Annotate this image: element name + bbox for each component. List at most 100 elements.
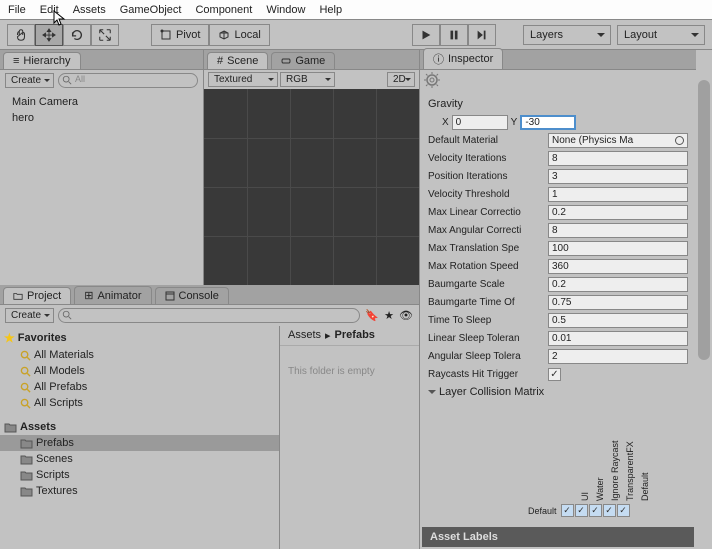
project-content: Assets▸ Prefabs This folder is empty [280,326,419,549]
property-input[interactable] [548,223,688,238]
rotate-tool-button[interactable] [63,24,91,46]
project-save-icon[interactable]: ★ [381,308,397,324]
layout-dropdown[interactable]: Layout [617,25,705,45]
gravity-x-input[interactable] [452,115,508,130]
favorite-item[interactable]: All Scripts [0,395,279,411]
play-button[interactable] [412,24,440,46]
animator-tab[interactable]: ⊞Animator [74,286,151,304]
property-label: Angular Sleep Tolera [428,351,546,362]
matrix-checkbox[interactable] [561,504,574,517]
property-label: Raycasts Hit Trigger [428,369,546,380]
scene-viewport[interactable] [204,89,419,285]
property-label: Default Material [428,135,546,146]
folder-icon [13,291,23,301]
search-icon [62,310,72,320]
gravity-y-input[interactable] [520,115,576,130]
matrix-checkbox[interactable] [617,504,630,517]
menu-edit[interactable]: Edit [40,4,59,16]
property-input[interactable] [548,259,688,274]
favorite-item[interactable]: All Materials [0,347,279,363]
property-input[interactable] [548,205,688,220]
property-input[interactable] [548,295,688,310]
folder-item[interactable]: Scripts [0,467,279,483]
hand-tool-button[interactable] [7,24,35,46]
property-input[interactable] [548,277,688,292]
project-create-dropdown[interactable]: Create [5,308,54,323]
property-checkbox[interactable] [548,368,561,381]
favorites-header[interactable]: ★Favorites [0,329,279,347]
gear-icon[interactable] [424,72,440,88]
property-label: Max Linear Correctio [428,207,546,218]
inspector-scrollbar[interactable] [696,50,712,549]
property-label: Time To Sleep [428,315,546,326]
hierarchy-item[interactable]: Main Camera [8,94,195,110]
folder-icon [20,486,33,497]
matrix-col-label: UI [580,492,590,501]
console-tab[interactable]: Console [155,287,229,304]
folder-item[interactable]: Scenes [0,451,279,467]
layers-dropdown[interactable]: Layers [523,25,611,45]
project-filter-icon[interactable]: 🔖 [364,308,380,324]
property-input[interactable] [548,313,688,328]
property-label: Max Translation Spe [428,243,546,254]
project-search-input[interactable] [58,308,360,323]
matrix-row-label: Default [528,506,557,516]
menu-component[interactable]: Component [195,4,252,16]
scene-2d-toggle[interactable]: 2D [387,72,415,87]
menu-gameobject[interactable]: GameObject [120,4,182,16]
local-button[interactable]: Local [209,24,269,46]
scale-tool-button[interactable] [91,24,119,46]
breadcrumb: Assets▸ Prefabs [280,326,419,346]
empty-folder-message: This folder is empty [280,346,419,397]
hierarchy-tab[interactable]: ≡Hierarchy [3,52,81,69]
menu-file[interactable]: File [8,4,26,16]
breadcrumb-item[interactable]: Prefabs [335,329,375,342]
project-tree: ★Favorites All Materials All Models All … [0,326,280,549]
game-tab[interactable]: Game [271,52,335,69]
gravity-y-label: Y [511,117,518,128]
property-input[interactable] [548,169,688,184]
favorite-item[interactable]: All Prefabs [0,379,279,395]
folder-icon [20,438,33,449]
favorite-item[interactable]: All Models [0,363,279,379]
matrix-col-label: TransparentFX [625,441,635,501]
search-icon [20,398,31,409]
project-hidden-icon[interactable]: 👁 [398,308,414,324]
property-input[interactable] [548,241,688,256]
menu-assets[interactable]: Assets [73,4,106,16]
breadcrumb-item[interactable]: Assets [288,329,321,342]
hierarchy-search-input[interactable]: All [58,73,198,88]
pivot-button[interactable]: Pivot [151,24,209,46]
inspector-tab[interactable]: ⓘInspector [423,48,503,69]
move-tool-button[interactable] [35,24,63,46]
folder-item[interactable]: Prefabs [0,435,279,451]
property-input[interactable] [548,187,688,202]
asset-labels-header[interactable]: Asset Labels [422,527,694,547]
scene-shading-dropdown[interactable]: Textured [208,72,278,87]
property-input[interactable] [548,349,688,364]
step-button[interactable] [468,24,496,46]
menu-bar: File Edit Assets GameObject Component Wi… [0,0,712,20]
object-picker-icon[interactable] [675,136,684,145]
matrix-checkbox[interactable] [575,504,588,517]
property-input[interactable] [548,151,688,166]
play-controls [412,24,496,46]
folder-item[interactable]: Textures [0,483,279,499]
assets-header[interactable]: Assets [0,419,279,435]
matrix-checkbox[interactable] [589,504,602,517]
menu-help[interactable]: Help [319,4,342,16]
hierarchy-create-dropdown[interactable]: Create [5,73,54,88]
scene-rgb-dropdown[interactable]: RGB [280,72,335,87]
project-tab[interactable]: Project [3,287,71,304]
folder-icon [4,422,17,433]
menu-window[interactable]: Window [266,4,305,16]
object-field[interactable]: None (Physics Ma [548,133,688,148]
property-input[interactable] [548,331,688,346]
matrix-col-label: Ignore Raycast [610,440,620,501]
hierarchy-item[interactable]: hero [8,110,195,126]
scene-tab[interactable]: #Scene [207,52,268,69]
pause-button[interactable] [440,24,468,46]
layer-collision-matrix-header[interactable]: Layer Collision Matrix [428,383,688,401]
matrix-checkbox[interactable] [603,504,616,517]
property-label: Linear Sleep Toleran [428,333,546,344]
